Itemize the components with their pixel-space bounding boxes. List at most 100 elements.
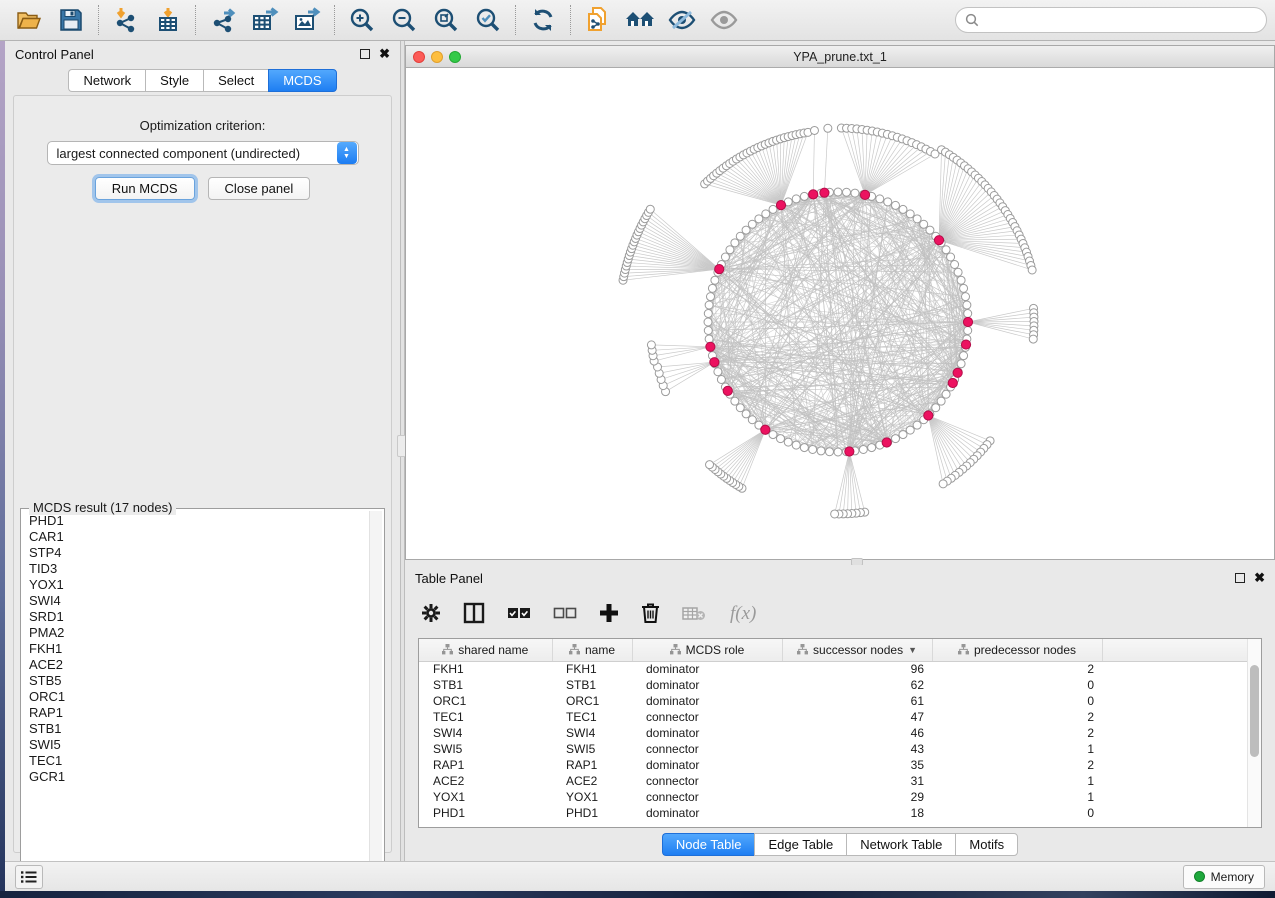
table-row[interactable]: STB1STB1dominator620	[419, 677, 1247, 693]
search-input[interactable]	[979, 13, 1257, 27]
optimization-criterion-select[interactable]: largest connected component (undirected)…	[47, 141, 359, 165]
tab-motifs[interactable]: Motifs	[955, 833, 1018, 856]
table-row[interactable]: FKH1FKH1dominator962	[419, 661, 1247, 677]
table-row[interactable]: YOX1YOX1connector291	[419, 789, 1247, 805]
mcds-result-item[interactable]: ORC1	[29, 689, 368, 705]
table-cell[interactable]: 0	[932, 693, 1102, 709]
table-row[interactable]: ACE2ACE2connector311	[419, 773, 1247, 789]
mcds-result-item[interactable]: RAP1	[29, 705, 368, 721]
table-row[interactable]: RAP1RAP1dominator352	[419, 757, 1247, 773]
table-cell[interactable]: SWI5	[552, 741, 632, 757]
delete-column-icon[interactable]	[641, 602, 660, 624]
refresh-icon[interactable]	[522, 3, 564, 37]
table-row[interactable]: TEC1TEC1connector472	[419, 709, 1247, 725]
mcds-result-scrollbar[interactable]	[369, 511, 382, 873]
save-session-icon[interactable]	[50, 3, 92, 37]
column-browser-icon[interactable]	[463, 602, 485, 624]
zoom-in-icon[interactable]	[341, 3, 383, 37]
tab-style[interactable]: Style	[145, 69, 203, 92]
tab-node-table[interactable]: Node Table	[662, 833, 755, 856]
table-cell[interactable]: STB1	[419, 677, 552, 693]
search-field[interactable]	[955, 7, 1267, 33]
show-all-icon[interactable]	[619, 3, 661, 37]
zoom-out-icon[interactable]	[383, 3, 425, 37]
mcds-result-item[interactable]: CAR1	[29, 529, 368, 545]
mcds-node[interactable]	[706, 342, 715, 351]
table-cell[interactable]: PHD1	[419, 805, 552, 821]
table-cell[interactable]: 1	[932, 773, 1102, 789]
float-window-icon[interactable]	[360, 49, 370, 59]
table-cell[interactable]: 2	[932, 661, 1102, 677]
table-row[interactable]: SWI4SWI4dominator462	[419, 725, 1247, 741]
mcds-result-item[interactable]: TID3	[29, 561, 368, 577]
export-table-icon[interactable]	[244, 3, 286, 37]
column-header-MCDS-role[interactable]: MCDS role	[632, 639, 782, 661]
column-header-name[interactable]: name	[552, 639, 632, 661]
export-network-icon[interactable]	[202, 3, 244, 37]
table-cell[interactable]: dominator	[632, 693, 782, 709]
table-cell[interactable]: 0	[932, 805, 1102, 821]
table-cell[interactable]: dominator	[632, 725, 782, 741]
table-cell[interactable]: 43	[782, 741, 932, 757]
table-cell[interactable]: dominator	[632, 805, 782, 821]
mcds-result-item[interactable]: SWI4	[29, 593, 368, 609]
mcds-node[interactable]	[934, 236, 943, 245]
table-cell[interactable]: dominator	[632, 677, 782, 693]
tab-edge-table[interactable]: Edge Table	[754, 833, 846, 856]
tab-network[interactable]: Network	[68, 69, 145, 92]
table-cell[interactable]: connector	[632, 709, 782, 725]
table-row[interactable]: SWI5SWI5connector431	[419, 741, 1247, 757]
table-cell[interactable]: 2	[932, 709, 1102, 725]
mcds-node[interactable]	[963, 317, 972, 326]
table-cell[interactable]: ACE2	[419, 773, 552, 789]
table-cell[interactable]: connector	[632, 789, 782, 805]
node-table-body[interactable]: FKH1FKH1dominator962STB1STB1dominator620…	[419, 661, 1247, 821]
mcds-node[interactable]	[761, 425, 770, 434]
import-network-icon[interactable]	[105, 3, 147, 37]
table-cell[interactable]: TEC1	[552, 709, 632, 725]
run-mcds-button[interactable]: Run MCDS	[95, 177, 195, 200]
memory-button[interactable]: Memory	[1183, 865, 1265, 889]
mcds-node[interactable]	[845, 447, 854, 456]
mcds-result-item[interactable]: ACE2	[29, 657, 368, 673]
mcds-node[interactable]	[715, 265, 724, 274]
mcds-result-item[interactable]: SRD1	[29, 609, 368, 625]
column-header-successor-nodes[interactable]: successor nodes▼	[782, 639, 932, 661]
table-cell[interactable]: 46	[782, 725, 932, 741]
zoom-fit-icon[interactable]	[425, 3, 467, 37]
table-cell[interactable]: dominator	[632, 661, 782, 677]
table-cell[interactable]: 2	[932, 725, 1102, 741]
show-hidden-icon[interactable]	[703, 3, 745, 37]
mcds-node[interactable]	[953, 368, 962, 377]
duplicate-network-icon[interactable]	[577, 3, 619, 37]
table-cell[interactable]: FKH1	[419, 661, 552, 677]
table-cell[interactable]: FKH1	[552, 661, 632, 677]
close-panel-icon[interactable]: ✖	[1254, 573, 1265, 583]
mcds-node[interactable]	[710, 358, 719, 367]
hide-selected-icon[interactable]	[661, 3, 703, 37]
table-row[interactable]: PHD1PHD1dominator180	[419, 805, 1247, 821]
mcds-result-item[interactable]: GCR1	[29, 769, 368, 785]
table-settings-icon[interactable]	[421, 603, 441, 623]
table-cell[interactable]: connector	[632, 773, 782, 789]
float-window-icon[interactable]	[1235, 573, 1245, 583]
table-cell[interactable]: 62	[782, 677, 932, 693]
table-cell[interactable]: STB1	[552, 677, 632, 693]
mcds-node[interactable]	[776, 201, 785, 210]
table-cell[interactable]: 96	[782, 661, 932, 677]
mcds-node[interactable]	[820, 188, 829, 197]
add-column-icon[interactable]	[599, 603, 619, 623]
table-cell[interactable]: dominator	[632, 757, 782, 773]
table-cell[interactable]: YOX1	[419, 789, 552, 805]
table-cell[interactable]: YOX1	[552, 789, 632, 805]
mcds-node[interactable]	[809, 190, 818, 199]
import-table-icon[interactable]	[147, 3, 189, 37]
table-cell[interactable]: ACE2	[552, 773, 632, 789]
mcds-result-item[interactable]: PHD1	[29, 513, 368, 529]
task-history-button[interactable]	[15, 865, 43, 889]
mcds-result-item[interactable]: STP4	[29, 545, 368, 561]
table-cell[interactable]: 1	[932, 789, 1102, 805]
table-cell[interactable]: RAP1	[419, 757, 552, 773]
table-cell[interactable]: connector	[632, 741, 782, 757]
mcds-node[interactable]	[882, 438, 891, 447]
